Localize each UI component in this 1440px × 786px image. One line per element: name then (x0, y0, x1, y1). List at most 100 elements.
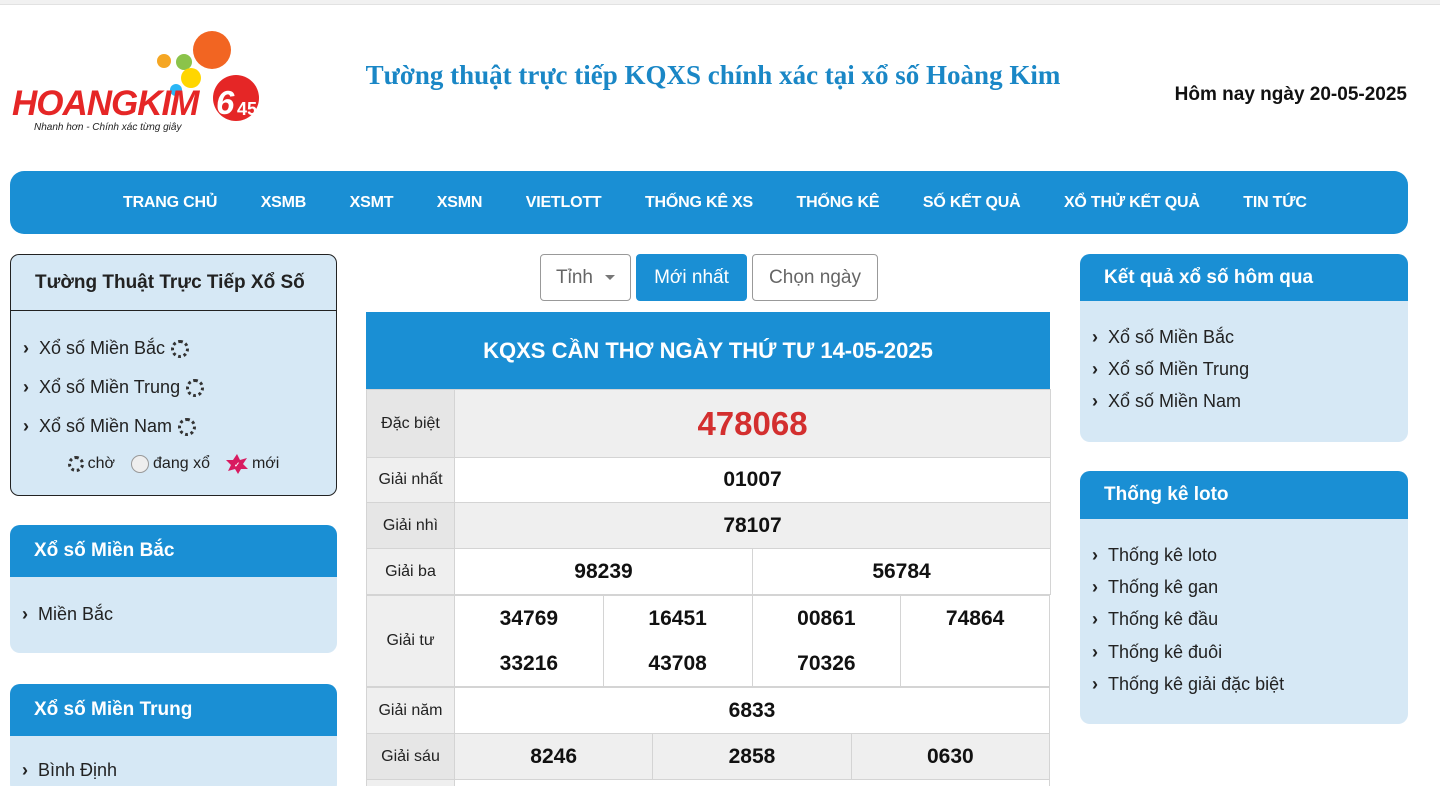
prize-value: 56784 (751, 548, 1052, 595)
chevron-right-icon: › (23, 338, 29, 358)
chevron-right-icon: › (23, 416, 29, 436)
pick-date-button[interactable]: Chọn ngày (752, 254, 878, 301)
nav-xsmb[interactable]: XSMB (261, 194, 307, 212)
prize-cell: 34769 33216 (454, 595, 604, 687)
link-label: Thống kê gan (1108, 576, 1219, 597)
live-item-mien-bac[interactable]: › Xổ số Miền Bắc (11, 329, 336, 368)
card-loto-stats: Thống kê loto › Thống kê loto › Thống kê… (1080, 471, 1408, 724)
link-label: Xổ số Miền Trung (1108, 358, 1250, 379)
live-draw-box: Tường Thuật Trực Tiếp Xổ Số › Xổ số Miền… (10, 254, 337, 496)
link-label: Thống kê giải đặc biệt (1108, 673, 1285, 694)
prize-value: 8246 (453, 733, 654, 780)
main-nav: TRANG CHỦ XSMB XSMT XSMN VIETLOTT THỐNG … (10, 171, 1408, 234)
waiting-spinner-icon (186, 378, 205, 397)
link-label: Miền Bắc (38, 604, 114, 624)
row-third: Giải ba 98239 56784 (366, 548, 1052, 595)
chevron-right-icon: › (22, 604, 28, 624)
link-thong-ke-dau[interactable]: › Thống kê đầu (1080, 604, 1408, 636)
result-title: KQXS CẦN THƠ NGÀY THỨ TƯ 14-05-2025 (366, 312, 1050, 389)
link-thong-ke-loto[interactable]: › Thống kê loto (1080, 539, 1408, 571)
row-first: Giải nhất 01007 (366, 457, 1052, 503)
chevron-right-icon: › (1092, 673, 1098, 694)
live-item-mien-nam[interactable]: › Xổ số Miền Nam (11, 407, 336, 446)
chevron-right-icon: › (1092, 390, 1098, 411)
waiting-spinner-icon (178, 417, 197, 436)
prize-label: Giải nhất (366, 457, 455, 503)
nav-vietlott[interactable]: VIETLOTT (526, 194, 602, 212)
province-dropdown[interactable]: Tỉnh (540, 254, 631, 301)
top-border (0, 0, 1440, 5)
row-fourth: Giải tư 34769 33216 16451 43708 00861 70… (366, 595, 1050, 687)
prize-value: 43708 (648, 652, 707, 675)
latest-button[interactable]: Mới nhất (636, 254, 747, 301)
chevron-right-icon: › (1092, 609, 1098, 630)
prize-value: 33216 (499, 652, 559, 675)
nav-tin-tuc[interactable]: TIN TỨC (1243, 194, 1307, 212)
nav-so-ket-qua[interactable]: SỐ KẾT QUẢ (923, 194, 1021, 212)
link-label: Xổ số Miền Nam (1108, 390, 1242, 411)
link-mien-bac[interactable]: › Miền Bắc (10, 598, 337, 631)
prize-value: 00861 (797, 607, 856, 630)
nav-xo-thu-ket-qua[interactable]: XỔ THỬ KẾT QUẢ (1064, 194, 1200, 212)
prize-value: 34769 (499, 607, 559, 630)
prize-value: 70326 (797, 652, 856, 675)
site-title: Tường thuật trực tiếp KQXS chính xác tại… (365, 60, 1061, 90)
link-yesterday-mien-bac[interactable]: › Xổ số Miền Bắc (1080, 321, 1408, 353)
live-item-mien-trung[interactable]: › Xổ số Miền Trung (11, 368, 336, 407)
link-binh-dinh[interactable]: › Bình Định (10, 754, 337, 786)
row-second: Giải nhì 78107 (366, 502, 1052, 549)
prize-label: Đặc biệt (366, 389, 455, 458)
link-thong-ke-giai-dac-biet[interactable]: › Thống kê giải đặc biệt (1080, 668, 1408, 700)
live-item-label: Xổ số Miền Trung (39, 377, 181, 397)
row-special: Đặc biệt 478068 (366, 389, 1052, 458)
result-filters: Tỉnh Mới nhất Chọn ngày (540, 254, 878, 301)
card-mien-trung: Xổ số Miền Trung › Bình Định (10, 684, 337, 786)
prize-value: 16451 (648, 607, 707, 630)
live-item-label: Xổ số Miền Nam (39, 416, 173, 436)
link-thong-ke-duoi[interactable]: › Thống kê đuôi (1080, 636, 1408, 668)
chevron-right-icon: › (1092, 326, 1098, 347)
card-title: Thống kê loto (1080, 471, 1408, 519)
link-yesterday-mien-trung[interactable]: › Xổ số Miền Trung (1080, 353, 1408, 385)
special-prize-value: 478068 (453, 389, 1052, 458)
nav-trang-chu[interactable]: TRANG CHỦ (123, 194, 217, 212)
site-logo[interactable]: HOANGKIM 6 45 Nhanh hơn - Chính xác từng… (8, 26, 268, 138)
province-dropdown-label: Tỉnh (556, 266, 593, 288)
link-label: Xổ số Miền Bắc (1108, 326, 1235, 347)
prize-label: Giải năm (366, 687, 455, 734)
prize-cell: 00861 70326 (751, 595, 902, 687)
logo-text: HOANGKIM (12, 84, 200, 123)
svg-text:✓: ✓ (234, 462, 240, 469)
waiting-spinner-icon (171, 339, 190, 358)
prize-value: 74864 (945, 607, 1005, 630)
caret-down-icon (604, 275, 615, 280)
waiting-spinner-icon (67, 456, 84, 472)
chevron-right-icon: › (22, 760, 28, 780)
new-badge-icon: ✓ (225, 454, 248, 474)
nav-xsmn[interactable]: XSMN (437, 194, 483, 212)
nav-thong-ke-xs[interactable]: THỐNG KÊ XS (645, 194, 753, 212)
prize-value: 01007 (453, 457, 1052, 503)
chevron-right-icon: › (1092, 641, 1098, 662)
link-yesterday-mien-nam[interactable]: › Xổ số Miền Nam (1080, 385, 1408, 417)
link-label: Thống kê loto (1108, 544, 1218, 565)
prize-value: 0630 (850, 733, 1051, 780)
card-title: Xổ số Miền Trung (10, 684, 337, 736)
link-label: Thống kê đầu (1108, 609, 1219, 630)
today-date: Hôm nay ngày 20-05-2025 (1174, 84, 1407, 105)
legend-wait-label: chờ (87, 455, 116, 472)
prize-label: Giải sáu (366, 733, 455, 780)
chevron-right-icon: › (23, 377, 29, 397)
prize-label: Giải ba (366, 548, 455, 595)
legend-new-label: mới (251, 455, 280, 472)
logo-graphic: HOANGKIM 6 45 Nhanh hơn - Chính xác từng… (12, 31, 259, 133)
row-sixth: Giải sáu 8246 2858 0630 (366, 733, 1051, 780)
card-title: Kết quả xổ số hôm qua (1080, 254, 1408, 301)
nav-thong-ke[interactable]: THỐNG KÊ (797, 194, 880, 212)
link-thong-ke-gan[interactable]: › Thống kê gan (1080, 571, 1408, 603)
live-item-label: Xổ số Miền Bắc (39, 338, 166, 358)
lottery-ball-icon (131, 455, 150, 473)
nav-xsmt[interactable]: XSMT (350, 194, 394, 212)
legend-drawing-label: đang xổ (153, 455, 210, 472)
card-yesterday-results: Kết quả xổ số hôm qua › Xổ số Miền Bắc ›… (1080, 254, 1408, 442)
